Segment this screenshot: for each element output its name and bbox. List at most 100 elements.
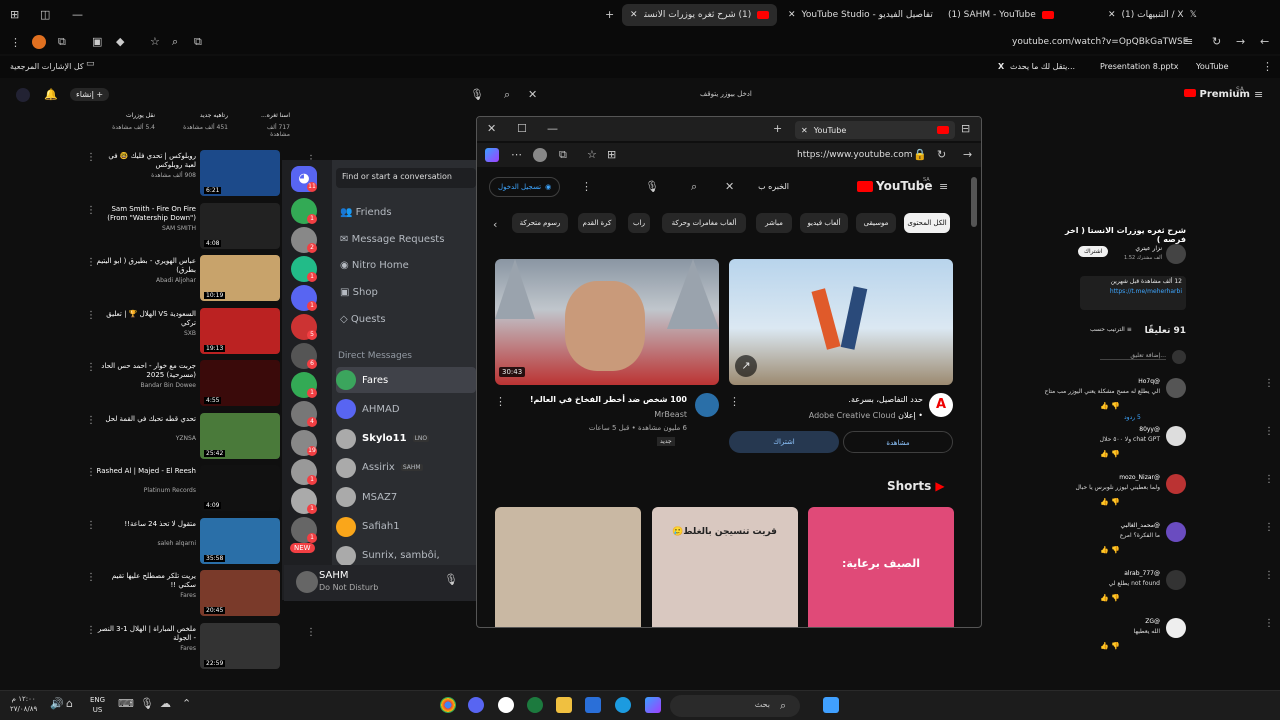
new-tab-icon[interactable]: + xyxy=(773,122,782,135)
close-icon[interactable]: ✕ xyxy=(788,10,796,20)
back-icon[interactable]: ← xyxy=(1260,35,1269,48)
comment-author[interactable]: @ZG xyxy=(1030,618,1160,626)
more-icon[interactable]: ⋮ xyxy=(1264,474,1274,485)
sort-button[interactable]: الترتيب حسب ≡ xyxy=(1090,326,1132,333)
search-icon[interactable]: ⌕ xyxy=(691,180,697,194)
more-icon[interactable]: ⋮ xyxy=(86,257,96,268)
profile-avatar[interactable] xyxy=(533,148,547,162)
dm-item[interactable]: Skylo11 LNO xyxy=(336,426,476,452)
more-icon[interactable]: ⋮ xyxy=(1264,618,1274,629)
filter-chip[interactable]: موسيقى xyxy=(856,213,896,233)
avatar[interactable] xyxy=(1166,618,1186,638)
more-icon[interactable]: ⋯ xyxy=(511,148,522,161)
tab-sahm[interactable]: (1) SAHM - YouTube xyxy=(940,4,1090,26)
copilot-icon[interactable]: ◫ xyxy=(40,8,50,21)
reload-icon[interactable]: ↻ xyxy=(1212,35,1221,48)
avatar[interactable] xyxy=(16,88,30,102)
adobe-logo-icon[interactable]: A xyxy=(929,393,953,417)
bookmark-x[interactable]: X xyxy=(998,62,1004,71)
nav-quests[interactable]: ◇ Quests xyxy=(340,314,386,325)
description-link[interactable]: https://t.me/meherharbi xyxy=(1084,288,1182,295)
chrome-icon[interactable] xyxy=(440,697,456,713)
all-bookmarks[interactable]: كل الإشارات المرجعية xyxy=(10,62,84,71)
video-title[interactable]: 100 شخص ضد أخطر الفخاخ في العالم! xyxy=(517,395,687,404)
dm-item[interactable]: Safiah1 xyxy=(336,514,476,540)
filter-chip[interactable]: الكل المحتوى xyxy=(904,213,950,233)
screenshot-icon[interactable]: ⧉ xyxy=(194,35,202,49)
short-thumbnail[interactable]: قريت تنسيجن بالغلط🥲 xyxy=(651,507,798,627)
ad-thumbnail[interactable]: ↗ xyxy=(729,259,953,385)
file-explorer-icon[interactable] xyxy=(556,697,572,713)
more-icon[interactable]: ⋮ xyxy=(495,395,506,408)
comment-author[interactable]: @80yy xyxy=(1030,426,1160,434)
more-icon[interactable]: ⋮ xyxy=(1264,378,1274,389)
more-icon[interactable]: ⋮ xyxy=(86,572,96,583)
edge-icon[interactable] xyxy=(615,697,631,713)
channel-name[interactable]: MrBeast xyxy=(597,410,687,419)
video-title[interactable]: ملخص المباراة | الهلال 1-3 النصر - الجول… xyxy=(96,625,196,643)
forward-icon[interactable]: → xyxy=(1236,35,1245,48)
clock[interactable]: ١٢:٠٠ م ٢٧/٠٨/٨٩ xyxy=(10,694,37,714)
video-title[interactable]: جربت مع خوار - احمد حس الحاد (مسرحية) 20… xyxy=(96,362,196,380)
windows-start-icon[interactable] xyxy=(823,697,839,713)
avatar[interactable] xyxy=(296,571,318,593)
short-thumbnail[interactable]: الصيف برعاية: xyxy=(808,507,954,627)
channel-avatar[interactable] xyxy=(695,393,719,417)
video-title[interactable]: Sam Smith - Fire On Fire (From "Watershi… xyxy=(96,205,196,223)
favorite-star-icon[interactable]: ☆ xyxy=(587,148,597,161)
split-screen-icon[interactable]: ⊞ xyxy=(607,148,616,161)
extension-diamond-icon[interactable]: ◆ xyxy=(116,35,124,48)
more-icon[interactable]: ⋮ xyxy=(86,310,96,321)
store-icon[interactable] xyxy=(585,697,601,713)
subscribe-button[interactable]: اشتراك xyxy=(1078,246,1109,257)
close-icon[interactable]: ✕ xyxy=(1108,10,1116,20)
xbox-icon[interactable] xyxy=(527,697,543,713)
more-icon[interactable]: ⋮ xyxy=(86,625,96,636)
video-title[interactable]: تحدي قطه تحبك في القمة لحل xyxy=(96,415,196,424)
nav-shop[interactable]: ▣ Shop xyxy=(340,287,378,298)
nav-friends[interactable]: 👥 Friends xyxy=(340,207,392,218)
video-title[interactable]: Rashed Al | Majed - El Reesh xyxy=(96,467,196,476)
popup-search-input[interactable]: الخبره ب xyxy=(743,182,789,191)
search-icon[interactable]: ⌕ xyxy=(504,88,510,102)
network-icon[interactable]: ⌂ xyxy=(66,697,73,710)
clear-icon[interactable]: ✕ xyxy=(725,180,734,193)
tab-actions-icon[interactable]: ⊞ xyxy=(10,8,19,21)
add-comment-input[interactable]: إضافة تعليق... xyxy=(1100,352,1166,360)
more-icon[interactable]: ⋮ xyxy=(86,467,96,478)
onedrive-icon[interactable]: ☁ xyxy=(160,697,171,710)
url-field[interactable]: youtube.com/watch?v=OpQBkGaTWSE xyxy=(1012,37,1188,47)
profile-avatar[interactable] xyxy=(32,35,46,49)
more-icon[interactable]: ⋮ xyxy=(86,520,96,531)
more-icon[interactable]: ⋮ xyxy=(86,362,96,373)
video-title[interactable]: السعودية VS الهلال 🏆 | تعليق تركي xyxy=(96,310,196,328)
tab-studio[interactable]: ✕ YouTube Studio - تفاصيل الفيديو xyxy=(780,4,940,26)
close-icon[interactable]: ✕ xyxy=(487,122,496,135)
comment-author[interactable]: @mozo_Nizar xyxy=(1030,474,1160,482)
nav-nitro[interactable]: ◉ Nitro Home xyxy=(340,260,409,271)
tab-x[interactable]: ✕ (1) التنبيهات / X 𝕏 xyxy=(1100,4,1260,26)
mic-icon[interactable]: 🎙 xyxy=(645,180,659,193)
popup-url[interactable]: https://www.youtube.com xyxy=(797,150,912,160)
mic-icon[interactable]: 🎙 xyxy=(444,573,458,586)
clear-icon[interactable]: ✕ xyxy=(528,88,537,101)
video-thumbnail[interactable]: 30:43 xyxy=(495,259,719,385)
top-video-title[interactable]: نقل يوزرات xyxy=(110,112,155,119)
copilot-icon[interactable] xyxy=(645,697,661,713)
avatar[interactable] xyxy=(1166,522,1186,542)
more-icon[interactable]: ⋮ xyxy=(1264,570,1274,581)
comment-author[interactable]: @محمد_الغالبي xyxy=(1030,522,1160,530)
bookmark-youtube[interactable]: YouTube xyxy=(1196,62,1229,71)
collections-icon[interactable]: ▣ xyxy=(92,35,102,48)
bookmark-x-feed[interactable]: يتقل لك ما يحدث... xyxy=(1010,62,1075,71)
ad-title[interactable]: حدد التفاصيل، بسرعة. xyxy=(777,395,923,404)
more-icon[interactable]: ⋮ xyxy=(86,152,96,163)
more-icon[interactable]: ⋮ xyxy=(1264,426,1274,437)
volume-icon[interactable]: 🔊 xyxy=(50,697,64,710)
filter-chip[interactable]: ألعاب فيديو xyxy=(800,213,848,233)
more-icon[interactable]: ⋮ xyxy=(306,627,316,638)
description-box[interactable]: 12 ألف مشاهدة قبل شهرين https://t.me/meh… xyxy=(1080,276,1186,310)
mic-icon[interactable]: 🎙 xyxy=(140,697,154,710)
video-title[interactable]: روبلوكس | تحدي فليك 🤓 في لعبة روبلوكس xyxy=(96,152,196,170)
extension-icon[interactable]: ⧉ xyxy=(559,148,567,162)
